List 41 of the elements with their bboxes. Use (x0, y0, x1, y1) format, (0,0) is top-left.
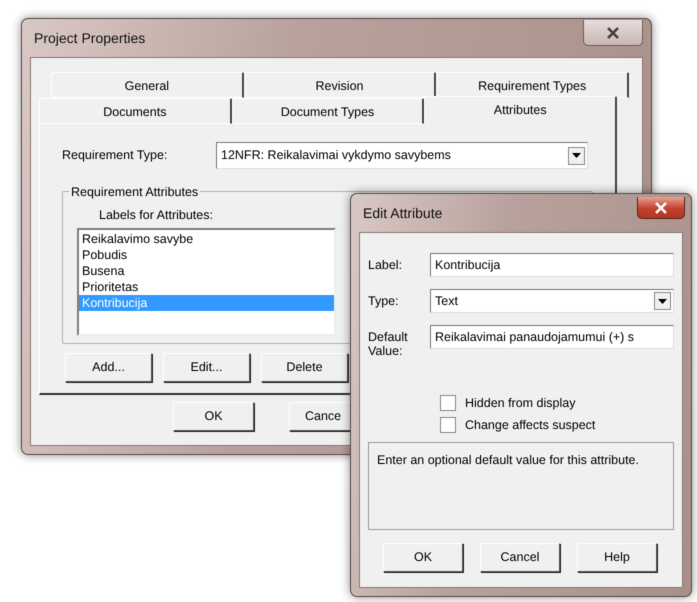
checkbox-label: Hidden from display (465, 394, 576, 412)
close-icon (606, 26, 620, 38)
tab[interactable]: Requirement Types (436, 72, 630, 98)
list-item[interactable]: Pobudis (79, 246, 334, 263)
dropdown-button[interactable] (654, 292, 671, 310)
dropdown-arrow-icon (572, 153, 581, 158)
window-title: Project Properties (33, 28, 146, 48)
tab[interactable]: Attributes (424, 96, 618, 124)
field-label: Requirement Type: (62, 147, 168, 164)
list-item[interactable]: Prioritetas (79, 278, 334, 295)
dropdown-arrow-icon (658, 298, 667, 304)
checkbox[interactable] (440, 395, 456, 411)
close-button[interactable] (583, 20, 643, 46)
field-label: Label: (368, 257, 404, 272)
description-text: Enter an optional default value for this attribute. (377, 452, 640, 469)
dialog-button[interactable]: OK (383, 543, 463, 572)
tab[interactable]: Revision (244, 72, 436, 98)
checkbox[interactable] (440, 417, 456, 433)
type-dropdown[interactable]: Text (430, 289, 674, 313)
close-button[interactable] (637, 197, 685, 219)
window-title: Edit Attribute (362, 204, 442, 222)
dialog-button[interactable]: Help (577, 543, 657, 572)
dialog-button[interactable]: Edit... (163, 353, 250, 382)
text-field[interactable]: Reikalavimai panaudojamumui (+) s (430, 325, 674, 349)
text-field[interactable]: Kontribucija (430, 253, 674, 277)
field-label: Default Value: (368, 329, 409, 358)
tab[interactable]: Documents (39, 98, 232, 124)
dialog-button[interactable]: Cancel (480, 543, 560, 572)
dialog-button[interactable]: Add... (65, 353, 152, 382)
tab[interactable]: General (51, 72, 244, 98)
dropdown-button[interactable] (568, 146, 585, 164)
dialog-button[interactable]: Delete (261, 353, 348, 382)
requirement-type-dropdown[interactable]: 12NFR: Reikalavimai vykdymo savybems (216, 142, 588, 169)
field-label: Type: (368, 293, 400, 308)
list-item[interactable]: Busena (79, 262, 334, 279)
dialog-button[interactable]: OK (173, 402, 254, 431)
tab[interactable]: Document Types (232, 98, 424, 124)
list-item[interactable]: Reikalavimo savybe (79, 230, 334, 247)
checkbox-label: Change affects suspect (465, 416, 596, 434)
list-label: Labels for Attributes: (98, 207, 213, 224)
close-icon (654, 202, 668, 214)
